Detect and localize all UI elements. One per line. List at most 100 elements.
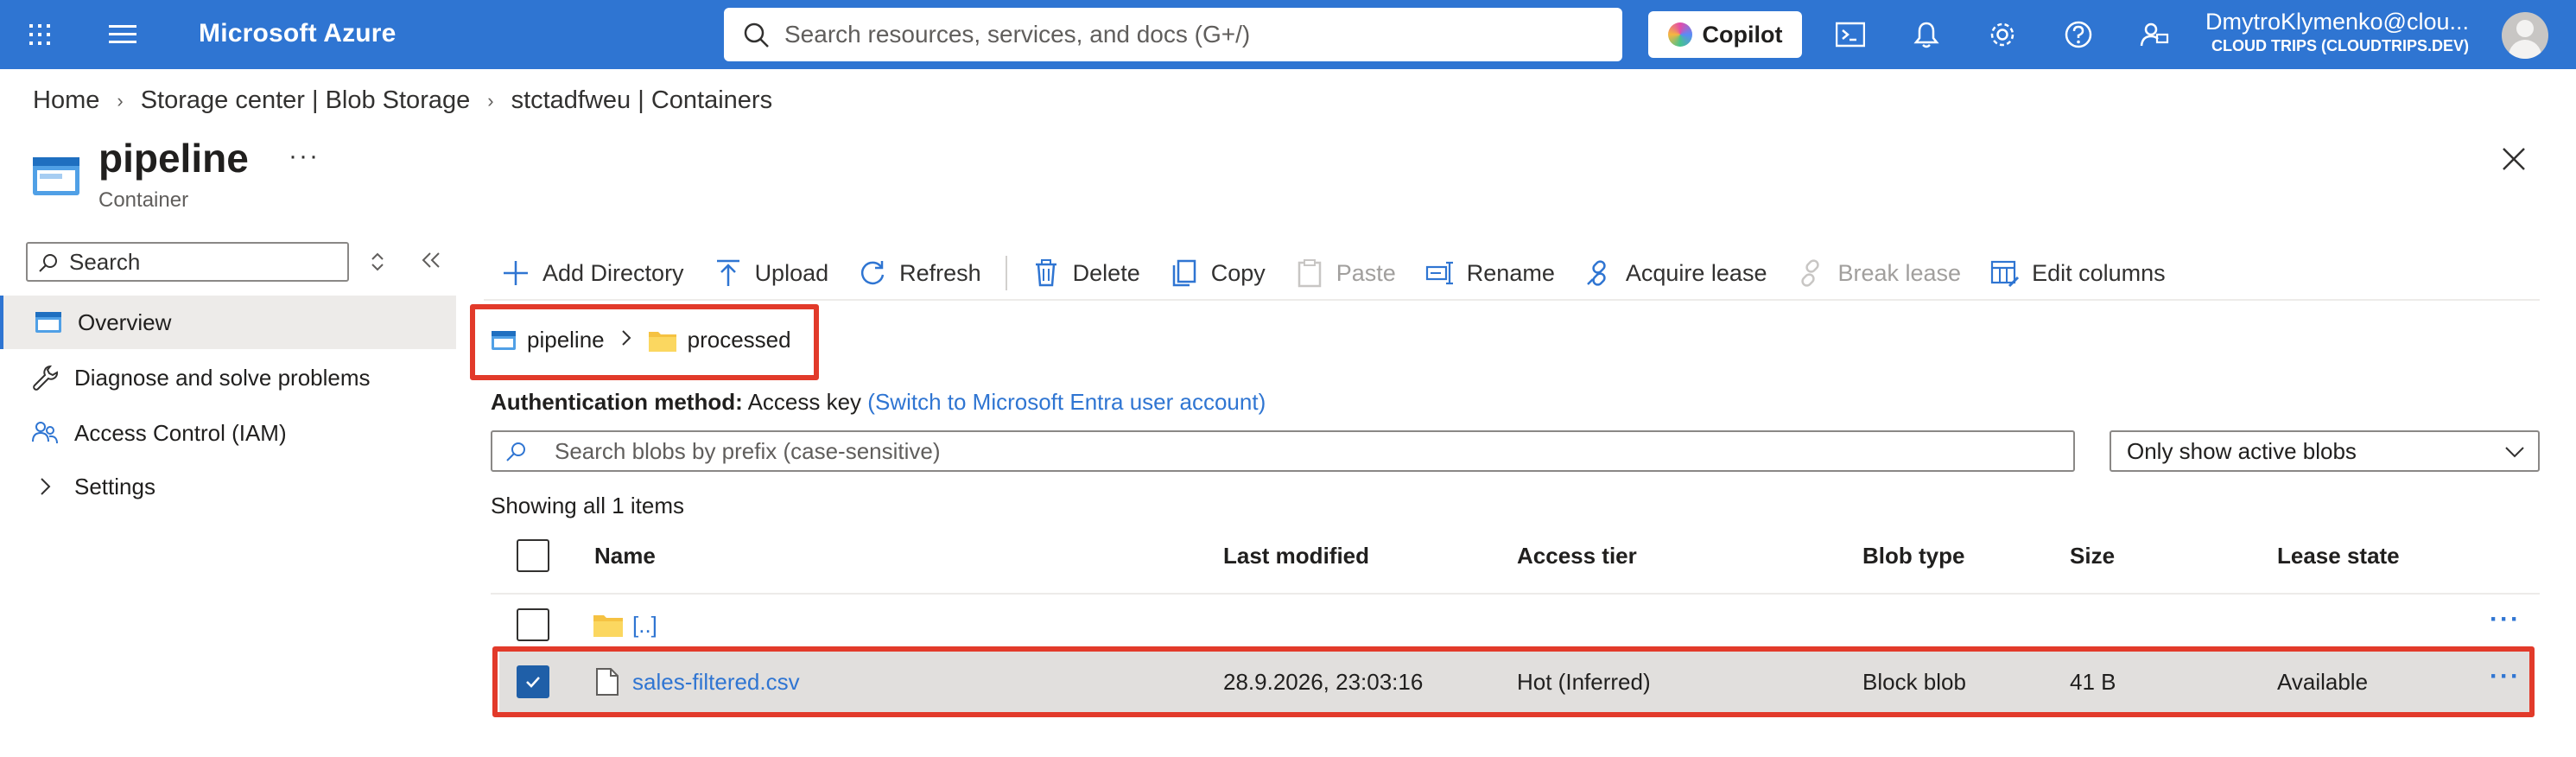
sidebar-item-label: Access Control (IAM) xyxy=(74,419,287,446)
top-bar: Microsoft Azure Search resources, servic… xyxy=(0,0,2576,69)
global-search-placeholder: Search resources, services, and docs (G+… xyxy=(784,21,1251,48)
avatar[interactable] xyxy=(2502,12,2548,59)
help-icon[interactable] xyxy=(2061,17,2096,52)
delete-button[interactable]: Delete xyxy=(1031,258,1140,288)
feedback-icon[interactable] xyxy=(2137,17,2172,52)
sidebar-item-settings[interactable]: Settings xyxy=(0,460,456,513)
row-checkbox[interactable] xyxy=(517,665,549,698)
row-more-actions-button[interactable]: ··· xyxy=(2490,662,2521,691)
rename-icon xyxy=(1425,261,1453,285)
column-header-blob-type[interactable]: Blob type xyxy=(1862,543,1964,569)
search-icon xyxy=(39,254,57,272)
acquire-lease-button[interactable]: Acquire lease xyxy=(1584,258,1767,288)
blob-size: 41 B xyxy=(2070,669,2116,695)
plus-icon xyxy=(504,261,528,285)
blob-search-input[interactable]: Search blobs by prefix (case-sensitive) xyxy=(491,430,2075,472)
breadcrumb-containers[interactable]: stctadfweu | Containers xyxy=(511,86,773,115)
app-launcher-icon[interactable] xyxy=(22,17,57,52)
blob-search-placeholder: Search blobs by prefix (case-sensitive) xyxy=(555,437,941,464)
account-info[interactable]: DmytroKlymenko@clou... CLOUD TRIPS (CLOU… xyxy=(2201,9,2469,55)
blob-name-link[interactable]: sales-filtered.csv xyxy=(632,669,800,696)
sidebar-item-diagnose[interactable]: Diagnose and solve problems xyxy=(0,351,456,404)
upload-icon xyxy=(716,259,739,286)
breadcrumb-home[interactable]: Home xyxy=(33,86,99,115)
link-icon xyxy=(1586,260,1606,286)
gear-icon[interactable] xyxy=(1985,17,2020,52)
sidebar-item-iam[interactable]: Access Control (IAM) xyxy=(0,406,456,460)
add-directory-label: Add Directory xyxy=(542,259,684,286)
acquire-lease-label: Acquire lease xyxy=(1625,259,1767,286)
global-search-input[interactable]: Search resources, services, and docs (G+… xyxy=(724,8,1622,61)
edit-columns-icon xyxy=(1990,260,2020,288)
sidebar-item-overview[interactable]: Overview xyxy=(0,296,456,349)
switch-auth-link[interactable]: (Switch to Microsoft Entra user account) xyxy=(867,389,1266,415)
blob-access-tier: Hot (Inferred) xyxy=(1517,669,1651,695)
sort-updown-icon[interactable] xyxy=(365,249,390,275)
page-title: pipeline xyxy=(98,136,249,181)
trash-icon xyxy=(1035,259,1056,287)
auth-label: Authentication method: xyxy=(491,389,743,415)
row-more-actions-button[interactable]: ··· xyxy=(2490,605,2521,634)
sidebar-item-label: Diagnose and solve problems xyxy=(74,364,371,391)
copy-icon xyxy=(1172,259,1196,287)
more-actions-button[interactable]: ··· xyxy=(289,142,320,171)
parent-folder-link[interactable]: [..] xyxy=(632,612,657,639)
chevron-right-icon: › xyxy=(487,89,494,111)
breadcrumb-storage-center[interactable]: Storage center | Blob Storage xyxy=(141,86,471,115)
column-header-last-modified[interactable]: Last modified xyxy=(1223,543,1369,569)
column-header-size[interactable]: Size xyxy=(2070,543,2115,569)
azure-brand[interactable]: Microsoft Azure xyxy=(199,19,397,48)
search-icon xyxy=(744,22,769,48)
cloud-shell-icon[interactable] xyxy=(1833,17,1868,52)
paste-icon xyxy=(1298,259,1321,288)
rename-button[interactable]: Rename xyxy=(1425,258,1555,288)
user-org: CLOUD TRIPS (CLOUDTRIPS.DEV) xyxy=(2211,37,2469,54)
file-icon xyxy=(596,668,619,696)
select-all-checkbox[interactable] xyxy=(517,539,549,572)
container-icon xyxy=(33,157,79,195)
edit-columns-label: Edit columns xyxy=(2032,259,2166,286)
blob-filter-value: Only show active blobs xyxy=(2127,437,2357,464)
upload-button[interactable]: Upload xyxy=(714,258,828,288)
nav-search-input[interactable]: Search xyxy=(26,242,349,282)
copilot-icon xyxy=(1667,22,1692,47)
copy-button[interactable]: Copy xyxy=(1170,258,1266,288)
copilot-button[interactable]: Copilot xyxy=(1648,11,1802,58)
delete-label: Delete xyxy=(1072,259,1140,286)
hamburger-menu-icon[interactable] xyxy=(105,17,140,52)
column-header-access-tier[interactable]: Access tier xyxy=(1517,543,1637,569)
collapse-nav-icon[interactable] xyxy=(416,245,446,275)
checkmark-icon xyxy=(526,677,540,688)
path-folder-link[interactable]: processed xyxy=(688,327,791,353)
breadcrumb: Home › Storage center | Blob Storage › s… xyxy=(33,86,772,115)
add-directory-button[interactable]: Add Directory xyxy=(501,258,684,288)
column-header-name[interactable]: Name xyxy=(594,543,656,569)
column-header-lease-state[interactable]: Lease state xyxy=(2277,543,2400,569)
chevron-right-icon: › xyxy=(117,89,124,111)
refresh-button[interactable]: Refresh xyxy=(858,258,981,288)
sidebar-item-label: Overview xyxy=(78,309,172,335)
chevron-right-icon xyxy=(41,478,51,495)
folder-path: pipeline processed xyxy=(491,327,791,353)
bell-icon[interactable] xyxy=(1909,17,1944,52)
blob-type: Block blob xyxy=(1862,669,1966,695)
rename-label: Rename xyxy=(1466,259,1555,286)
break-lease-button[interactable]: Break lease xyxy=(1796,258,1961,288)
refresh-icon xyxy=(861,261,885,285)
edit-columns-button[interactable]: Edit columns xyxy=(1990,258,2166,288)
blob-lease-state: Available xyxy=(2277,669,2369,695)
row-checkbox[interactable] xyxy=(517,608,549,641)
blob-last-modified: 28.9.2026, 23:03:16 xyxy=(1223,669,1424,695)
container-icon xyxy=(492,330,516,350)
search-icon xyxy=(506,442,525,461)
blob-filter-dropdown[interactable]: Only show active blobs xyxy=(2110,430,2540,472)
command-bar: Add Directory Upload Refresh Delete Copy… xyxy=(501,251,2195,296)
copilot-label: Copilot xyxy=(1702,21,1783,48)
copy-label: Copy xyxy=(1210,259,1266,286)
nav-search-placeholder: Search xyxy=(69,248,141,275)
sidebar-item-label: Settings xyxy=(74,473,155,499)
auth-method: Authentication method: Access key (Switc… xyxy=(491,389,1266,416)
path-container-link[interactable]: pipeline xyxy=(527,327,605,353)
paste-button[interactable]: Paste xyxy=(1295,258,1396,288)
close-icon[interactable] xyxy=(2498,143,2529,175)
